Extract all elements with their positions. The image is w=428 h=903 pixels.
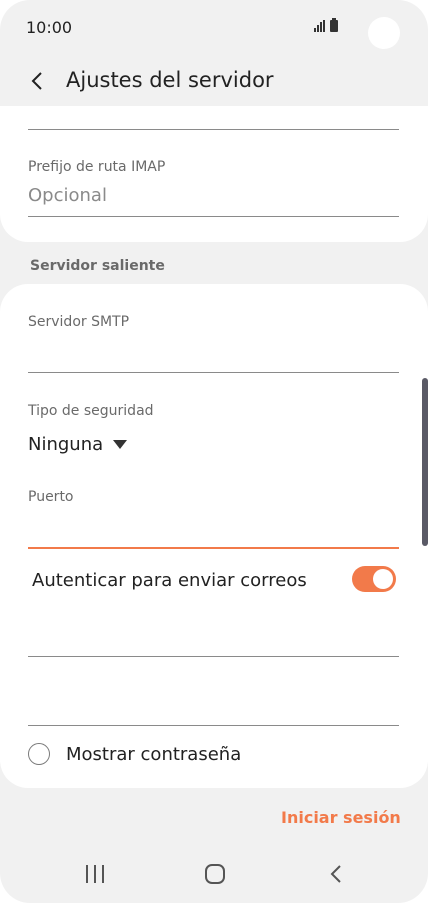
incoming-settings-card: Prefijo de ruta IMAP Opcional [0,106,428,242]
home-icon[interactable] [205,864,225,884]
battery-icon [330,18,338,32]
outgoing-server-section-title: Servidor saliente [30,258,165,274]
caret-down-icon [113,440,128,449]
login-button[interactable]: Iniciar sesión [281,808,401,827]
signal-icon [314,20,325,32]
smtp-server-underline [28,372,399,373]
port-underline-focused [28,547,399,549]
security-type-dropdown[interactable]: Ninguna [28,434,128,455]
imap-prefix-underline [28,216,399,217]
imap-prefix-label: Prefijo de ruta IMAP [28,159,166,175]
auth-toggle-label: Autenticar para enviar correos [32,570,307,591]
show-password-label: Mostrar contraseña [66,743,242,765]
chevron-left-icon[interactable] [22,66,52,96]
scrollbar[interactable] [422,378,428,546]
imap-prefix-input[interactable]: Opcional [28,185,107,206]
status-bar: 10:00 [0,0,428,60]
password-underline[interactable] [28,725,399,726]
navigation-bar [0,848,428,903]
camera-cutout [368,17,400,49]
nav-back-icon[interactable] [324,862,348,886]
smtp-server-label: Servidor SMTP [28,314,130,330]
port-label: Puerto [28,489,74,505]
show-password-checkbox[interactable]: Mostrar contraseña [28,743,241,765]
toggle-knob [373,569,393,589]
status-icons [314,18,338,32]
security-type-value: Ninguna [28,434,104,455]
phone-screen: 10:00 Ajustes del servidor Prefijo de ru… [0,0,428,903]
security-type-label: Tipo de seguridad [28,403,154,419]
recent-apps-icon[interactable] [86,865,104,883]
field-underline [28,129,399,130]
app-header: Ajustes del servidor [0,56,428,106]
outgoing-settings-card: Servidor SMTP Tipo de seguridad Ninguna … [0,284,428,788]
checkbox-circle-icon [28,743,50,765]
status-time: 10:00 [26,18,73,37]
page-title: Ajustes del servidor [66,68,274,92]
username-underline[interactable] [28,656,399,657]
auth-toggle[interactable] [352,566,396,592]
